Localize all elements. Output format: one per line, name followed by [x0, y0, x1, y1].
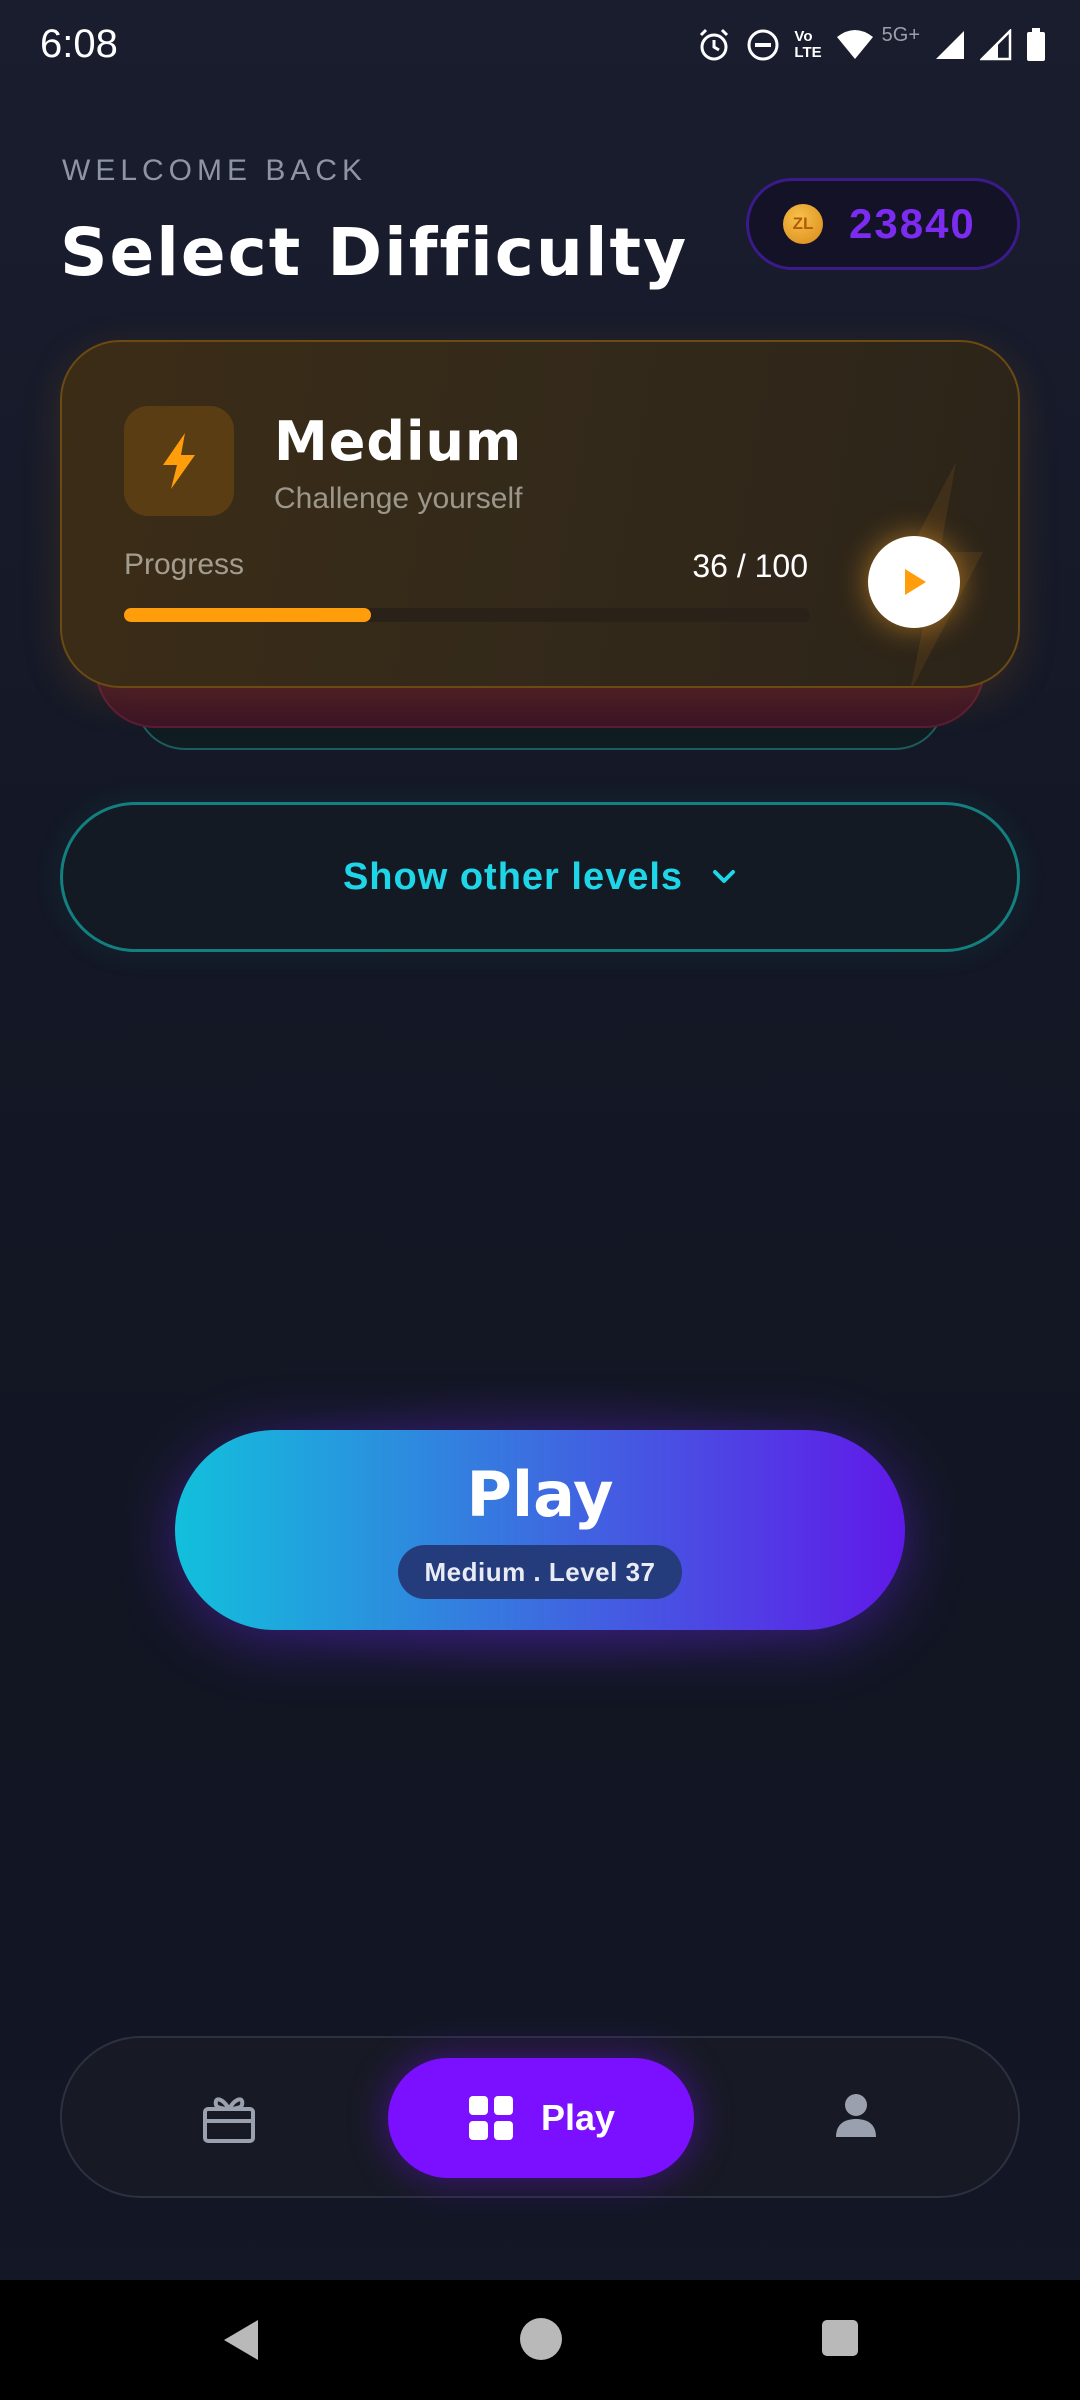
bottom-nav: Play [60, 2036, 1020, 2198]
grid-icon [468, 2096, 513, 2140]
recents-icon[interactable] [822, 2320, 858, 2356]
level-description: Challenge yourself [274, 482, 523, 515]
show-other-levels-label: Show other levels [342, 855, 684, 898]
level-name: Medium [274, 410, 523, 473]
nav-rewards-button[interactable] [202, 2093, 256, 2148]
play-icon [905, 569, 926, 595]
progress-count: 36 / 100 [692, 548, 808, 584]
status-time: 6:08 [40, 22, 118, 66]
progress-label: Progress [124, 548, 245, 581]
coin-balance-pill[interactable]: ZL 23840 [746, 178, 1020, 270]
battery-icon [1027, 28, 1045, 61]
progress-bar [124, 608, 810, 622]
nav-play-label: Play [540, 2097, 616, 2138]
coin-balance: 23840 [849, 200, 976, 247]
volte-badge: Vo LTE [794, 28, 822, 61]
gift-icon [203, 2097, 255, 2143]
show-other-levels-button[interactable]: Show other levels [60, 802, 1020, 952]
do-not-disturb-icon [747, 29, 779, 61]
nav-profile-button[interactable] [834, 2093, 878, 2144]
signal-icon [936, 31, 964, 59]
wifi-icon [836, 30, 873, 59]
alarm-icon [700, 28, 729, 61]
status-bar: 6:08 Vo LTE 5G+ [0, 0, 1080, 92]
home-icon[interactable] [520, 2318, 562, 2360]
network-type: 5G+ [881, 23, 920, 46]
system-nav-bar [0, 2280, 1080, 2400]
status-icons: Vo LTE 5G+ [696, 22, 1046, 68]
level-icon-box [124, 406, 234, 516]
signal-icon-2 [980, 29, 1012, 61]
welcome-text: WELCOME BACK [62, 154, 368, 187]
page-title: Select Difficulty [60, 214, 689, 291]
main-play-label: Play [466, 1457, 614, 1531]
nav-play-button[interactable]: Play [388, 2058, 694, 2178]
lightning-bolt-icon [163, 433, 195, 489]
main-play-subtitle: Medium . Level 37 [398, 1544, 682, 1599]
difficulty-card-medium[interactable]: Medium Challenge yourself Progress 36 / … [60, 340, 1020, 688]
back-icon[interactable] [220, 2318, 260, 2362]
level-play-button[interactable] [868, 536, 960, 628]
main-play-button[interactable]: Play Medium . Level 37 [175, 1430, 905, 1630]
chevron-down-icon [713, 870, 736, 883]
progress-bar-fill [124, 608, 371, 622]
coin-icon: ZL [783, 204, 823, 244]
profile-icon [836, 2094, 876, 2137]
